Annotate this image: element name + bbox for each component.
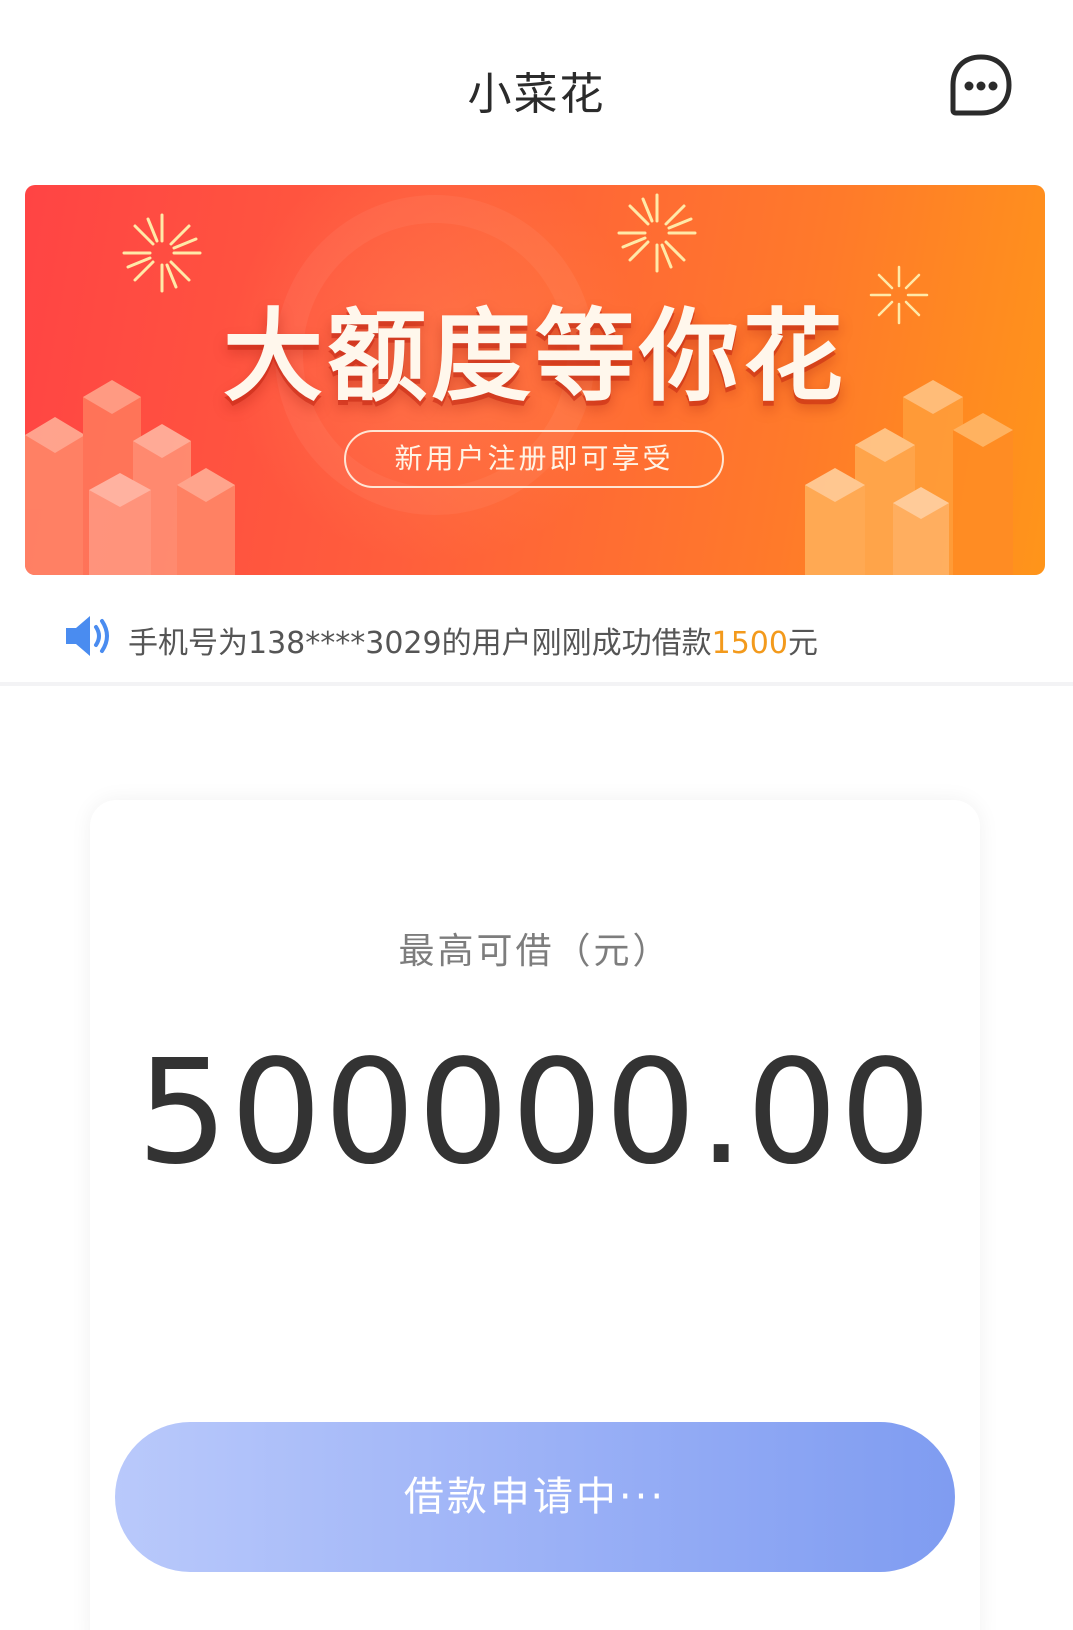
loan-apply-button[interactable]: 借款申请中··· <box>115 1422 955 1572</box>
speaker-icon <box>66 616 109 656</box>
credit-limit-amount: 500000.00 <box>136 1028 934 1196</box>
announcement-bar: 手机号为138****3029的用户刚刚成功借款1500元 <box>0 588 1073 686</box>
chat-bubble-ellipsis-icon <box>950 54 1012 116</box>
banner-headline: 大额度等你花 <box>223 298 847 415</box>
announcement-text: 手机号为138****3029的用户刚刚成功借款1500元 <box>128 618 818 662</box>
firework-icon <box>617 193 697 273</box>
banner-subtitle-pill: 新用户注册即可享受 <box>344 430 724 488</box>
promo-banner[interactable]: 大额度等你花 新用户注册即可享受 <box>25 185 1045 575</box>
app-page: 小菜花 大额度等你花 新用户注册即可享受 手机号为138****3029的用户刚… <box>0 0 1073 1630</box>
chat-button[interactable] <box>946 52 1016 122</box>
credit-limit-card: 最高可借（元） 500000.00 借款申请中··· <box>90 800 980 1630</box>
announcement-prefix: 手机号为138****3029的用户刚刚成功借款 <box>128 626 712 661</box>
announcement-amount: 1500 <box>711 626 788 661</box>
announcement-unit: 元 <box>787 626 818 661</box>
top-nav-bar: 小菜花 <box>0 0 1073 170</box>
page-title: 小菜花 <box>467 69 606 120</box>
credit-limit-label: 最高可借（元） <box>398 931 672 972</box>
